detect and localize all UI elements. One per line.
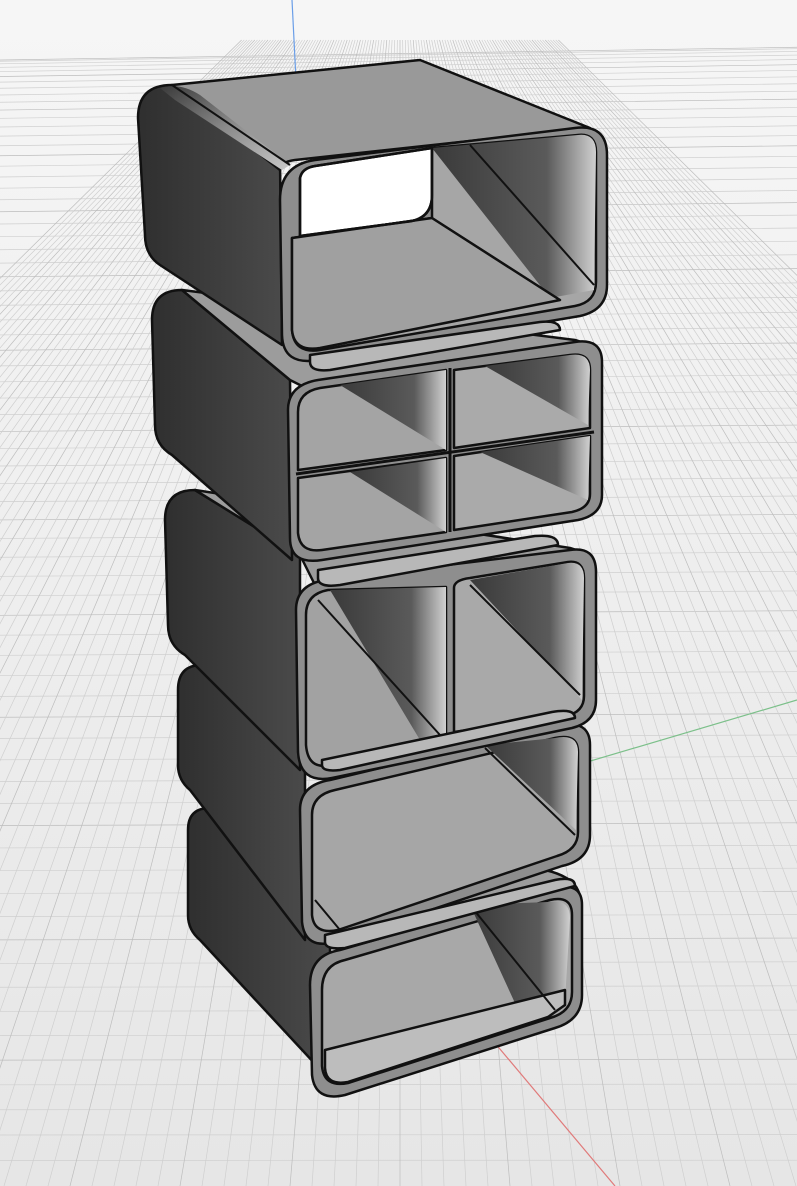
3d-viewport[interactable] [0, 0, 797, 1186]
stacked-shelf-model[interactable] [136, 58, 609, 1098]
scene-canvas[interactable] [0, 0, 797, 1186]
